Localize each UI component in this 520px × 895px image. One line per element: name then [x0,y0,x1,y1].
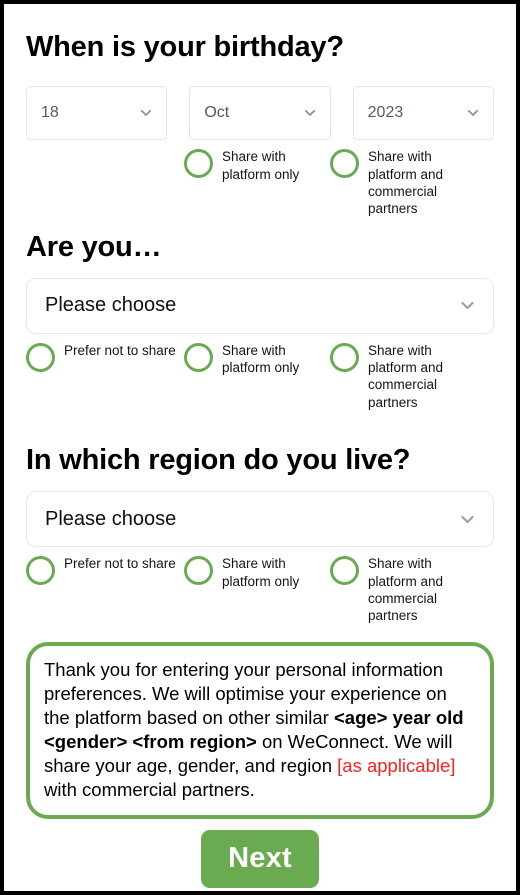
birthday-month-select[interactable]: Oct [189,86,331,141]
birthday-option-label: Share with platform and commercial partn… [368,149,444,217]
summary-text-part3: with commercial partners. [44,778,255,800]
radio-unselected-icon[interactable] [26,342,55,372]
app-screen: When is your birthday? 18 Oct 2023 Share… [0,0,520,895]
birthday-day-value: 18 [41,104,59,122]
gender-select-value: Please choose [45,294,177,317]
gender-option-prefer-not-to-share[interactable]: Prefer not to share [26,342,184,411]
gender-option-label: Share with platform only [222,342,300,376]
radio-unselected-icon[interactable] [26,556,55,586]
birthday-question-heading: When is your birthday? [26,31,344,63]
radio-unselected-icon[interactable] [330,342,359,372]
gender-option-platform-and-partners[interactable]: Share with platform and commercial partn… [330,342,480,411]
gender-question-heading: Are you… [26,230,162,263]
summary-as-applicable: [as applicable] [337,754,456,776]
region-select[interactable]: Please choose [26,491,494,548]
radio-unselected-icon[interactable] [330,149,359,179]
gender-option-label: Share with platform and commercial partn… [368,342,444,410]
birthday-year-value: 2023 [367,104,404,122]
form-content: When is your birthday? 18 Oct 2023 Share… [4,16,516,891]
region-option-platform-and-partners[interactable]: Share with platform and commercial partn… [330,555,480,624]
chevron-down-icon [466,106,480,120]
summary-box: Thank you for entering your personal inf… [26,641,494,819]
region-sharing-options: Prefer not to share Share with platform … [26,555,494,624]
birthday-year-select[interactable]: 2023 [352,86,494,141]
radio-unselected-icon[interactable] [184,149,213,179]
radio-unselected-icon[interactable] [184,342,213,372]
birthday-sharing-options: Share with platform only Share with plat… [26,148,494,217]
gender-option-label: Prefer not to share [64,342,176,358]
radio-unselected-icon[interactable] [184,556,213,586]
gender-option-platform-only[interactable]: Share with platform only [184,342,330,411]
region-option-label: Prefer not to share [64,556,176,572]
chevron-down-icon [459,511,476,528]
region-option-prefer-not-to-share[interactable]: Prefer not to share [26,555,184,624]
chevron-down-icon [139,106,153,120]
region-option-platform-only[interactable]: Share with platform only [184,555,330,624]
birthday-day-select[interactable]: 18 [26,86,168,141]
chevron-down-icon [303,106,317,120]
gender-sharing-options: Prefer not to share Share with platform … [26,342,494,411]
gender-select[interactable]: Please choose [26,277,494,334]
radio-unselected-icon[interactable] [330,556,359,586]
birthday-month-value: Oct [204,104,230,122]
region-option-label: Share with platform and commercial partn… [368,556,444,624]
region-question-heading: In which region do you live? [26,444,411,476]
next-button-row: Next [26,829,494,888]
birthday-date-row: 18 Oct 2023 [26,86,494,141]
birthday-option-platform-only[interactable]: Share with platform only [184,148,330,217]
region-select-value: Please choose [45,507,177,530]
next-button[interactable]: Next [201,829,319,888]
chevron-down-icon [459,297,476,314]
birthday-option-label: Share with platform only [222,149,300,182]
birthday-option-platform-and-partners[interactable]: Share with platform and commercial partn… [330,148,480,217]
region-option-label: Share with platform only [222,556,300,589]
